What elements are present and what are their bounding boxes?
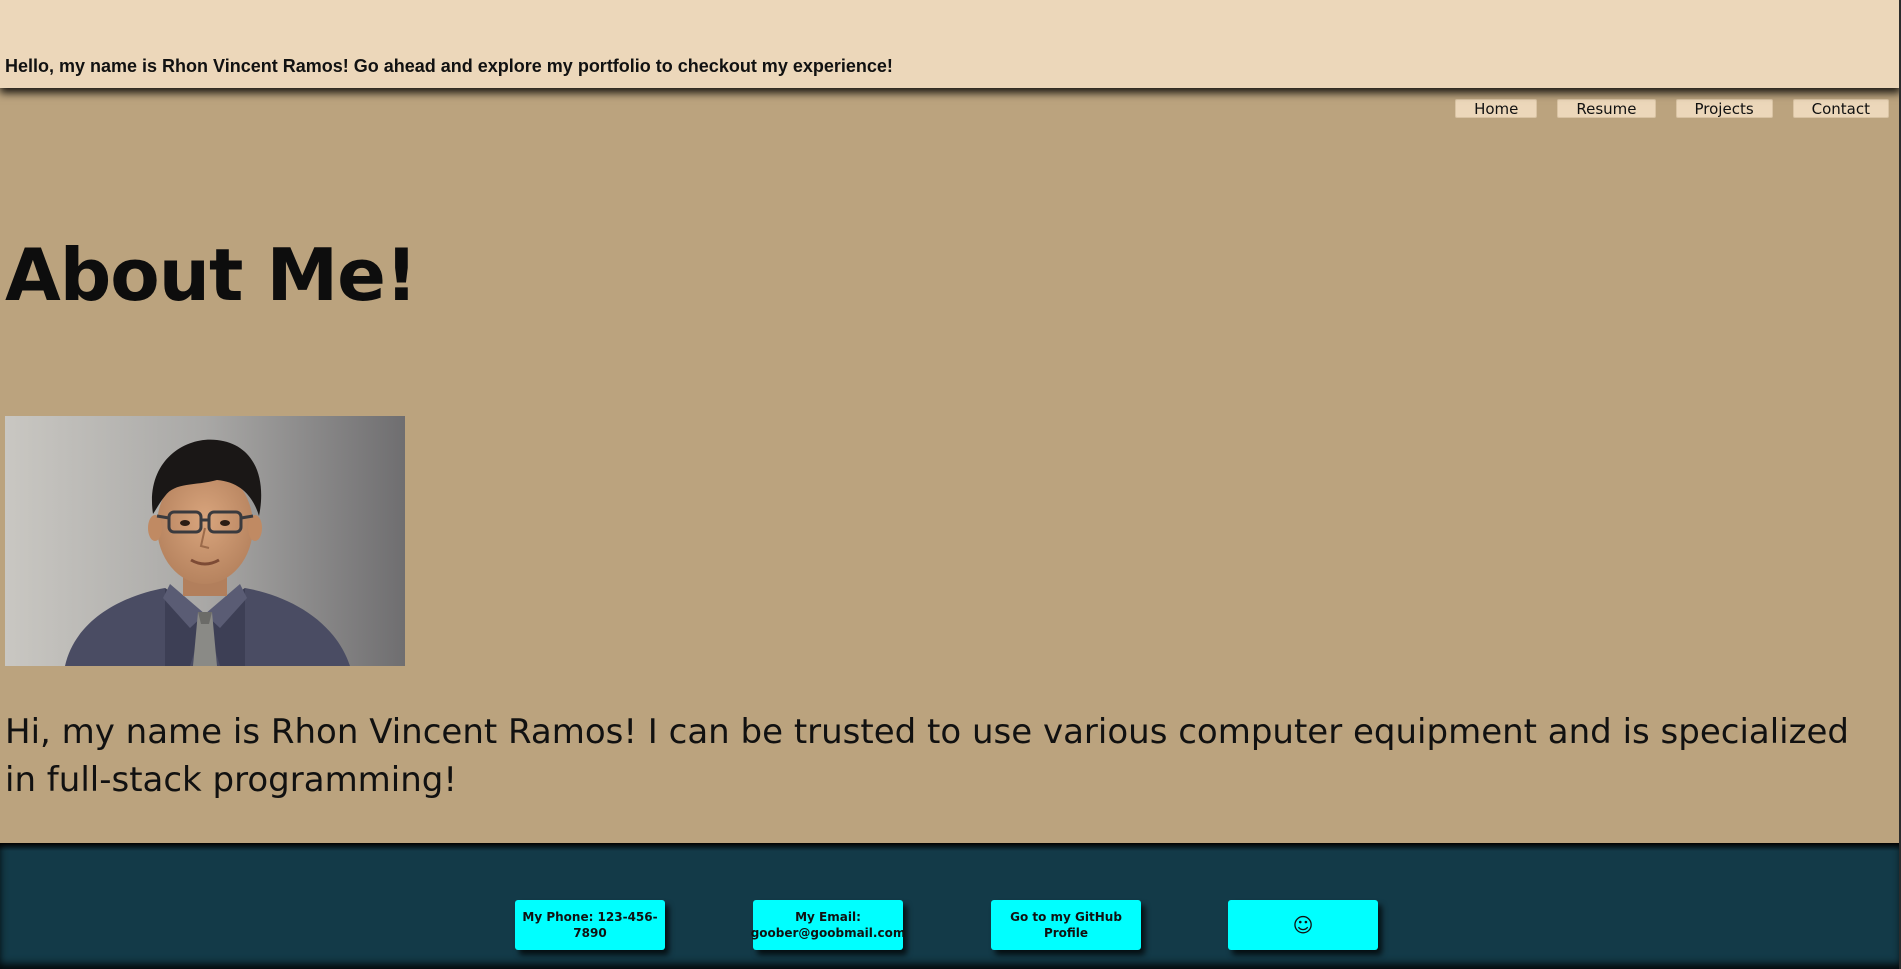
github-button[interactable]: Go to my GitHub Profile [991,900,1141,950]
email-address: goober@goobmail.com [750,926,906,940]
smiley-icon: ☺ [1292,913,1314,937]
footer: My Phone: 123-456-7890 My Email: goober@… [0,843,1901,969]
email-label: My Email: [795,910,861,924]
nav-projects-button[interactable]: Projects [1675,99,1773,118]
top-banner: Hello, my name is Rhon Vincent Ramos! Go… [0,0,1901,88]
nav-home-button[interactable]: Home [1455,99,1538,118]
portrait-illustration [5,416,405,666]
main-nav: Home Resume Projects Contact [1455,99,1889,118]
nav-contact-button[interactable]: Contact [1792,99,1889,118]
about-section: About Me! Hi, my name is Rhon Vincent Ra… [0,88,1901,843]
email-button[interactable]: My Email: goober@goobmail.com [750,900,906,950]
greeting-text: Hello, my name is Rhon Vincent Ramos! Go… [5,56,893,76]
page-title: About Me! [5,233,418,317]
portrait-photo [5,416,405,666]
about-description: Hi, my name is Rhon Vincent Ramos! I can… [5,712,1849,800]
nav-resume-button[interactable]: Resume [1557,99,1656,118]
phone-button[interactable]: My Phone: 123-456-7890 [515,900,665,950]
portfolio-page: Hello, my name is Rhon Vincent Ramos! Go… [0,0,1901,969]
smiley-button[interactable]: ☺ [1228,900,1378,950]
